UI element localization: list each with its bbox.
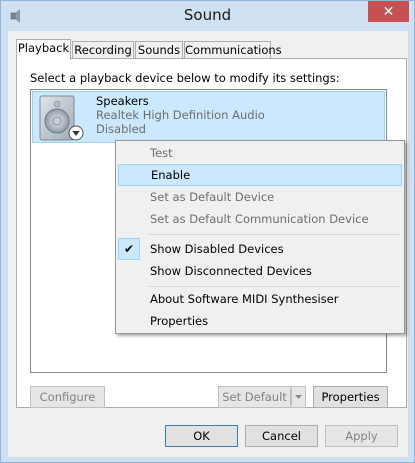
chevron-down-icon bbox=[291, 389, 302, 405]
tab-recording-label: Recording bbox=[74, 43, 132, 57]
menu-item-test[interactable]: Test bbox=[118, 142, 402, 164]
menu-item-properties-label: Properties bbox=[150, 314, 209, 328]
tab-sounds-label: Sounds bbox=[137, 43, 181, 57]
menu-item-show-disconnected-label: Show Disconnected Devices bbox=[150, 264, 312, 278]
set-default-button[interactable]: Set Default bbox=[218, 386, 290, 408]
menu-item-set-default-device-label: Set as Default Device bbox=[150, 190, 275, 204]
properties-button[interactable]: Properties bbox=[313, 386, 388, 408]
tab-communications[interactable]: Communications bbox=[184, 41, 282, 59]
close-icon: ✕ bbox=[382, 3, 395, 20]
menu-item-set-default-communication[interactable]: Set as Default Communication Device bbox=[118, 208, 402, 230]
tab-sounds[interactable]: Sounds bbox=[135, 41, 183, 59]
instruction-text: Select a playback device below to modify… bbox=[30, 71, 340, 85]
cancel-label: Cancel bbox=[262, 429, 301, 443]
configure-button[interactable]: Configure bbox=[30, 386, 105, 408]
dialog-button-bar: OK Cancel Apply bbox=[8, 415, 408, 457]
ok-label: OK bbox=[193, 429, 210, 443]
device-name: Speakers bbox=[96, 94, 149, 108]
menu-item-show-disabled-label: Show Disabled Devices bbox=[150, 242, 284, 256]
speaker-device-icon bbox=[39, 95, 84, 141]
properties-label: Properties bbox=[321, 390, 380, 404]
menu-separator bbox=[148, 286, 400, 287]
close-button[interactable]: ✕ bbox=[368, 1, 409, 22]
sound-dialog: Sound ✕ Playback Recording Sounds Commun… bbox=[0, 0, 415, 463]
menu-item-set-default-communication-label: Set as Default Communication Device bbox=[150, 212, 369, 226]
menu-item-enable[interactable]: Enable bbox=[118, 164, 402, 186]
menu-separator bbox=[148, 234, 400, 235]
tab-playback[interactable]: Playback bbox=[16, 39, 71, 60]
menu-item-test-label: Test bbox=[150, 146, 173, 160]
menu-item-properties[interactable]: Properties bbox=[118, 310, 402, 332]
set-default-dropdown[interactable] bbox=[290, 386, 306, 408]
apply-button[interactable]: Apply bbox=[325, 425, 398, 447]
context-menu: Test Enable Set as Default Device Set as… bbox=[115, 140, 405, 334]
menu-item-about-midi-label: About Software MIDI Synthesiser bbox=[150, 292, 339, 306]
menu-item-set-default-device[interactable]: Set as Default Device bbox=[118, 186, 402, 208]
set-default-label: Set Default bbox=[222, 390, 287, 404]
menu-item-show-disconnected[interactable]: Show Disconnected Devices bbox=[118, 260, 402, 282]
apply-label: Apply bbox=[345, 429, 378, 443]
menu-item-about-midi[interactable]: About Software MIDI Synthesiser bbox=[118, 288, 402, 310]
tab-recording[interactable]: Recording bbox=[72, 41, 134, 59]
device-item-speakers[interactable]: Speakers Realtek High Definition Audio D… bbox=[32, 91, 385, 143]
ok-button[interactable]: OK bbox=[165, 425, 238, 447]
tab-communications-label: Communications bbox=[185, 43, 282, 57]
device-description: Realtek High Definition Audio bbox=[96, 108, 265, 122]
menu-item-enable-label: Enable bbox=[151, 168, 191, 182]
configure-label: Configure bbox=[39, 390, 96, 404]
window-title: Sound bbox=[183, 6, 232, 24]
tab-playback-label: Playback bbox=[17, 41, 70, 55]
device-status: Disabled bbox=[96, 122, 146, 136]
title-bar[interactable]: Sound ✕ bbox=[1, 1, 414, 31]
menu-item-show-disabled[interactable]: Show Disabled Devices bbox=[118, 238, 402, 260]
cancel-button[interactable]: Cancel bbox=[245, 425, 318, 447]
